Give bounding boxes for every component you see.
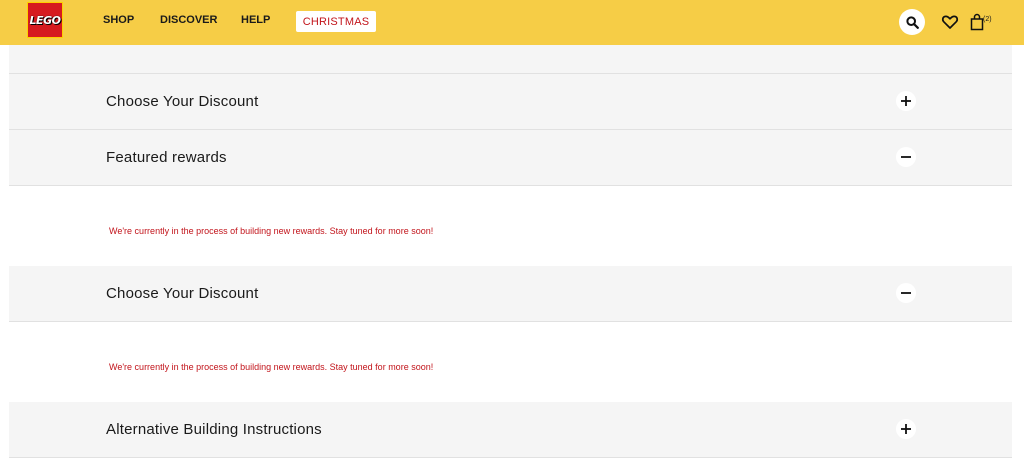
nav-help[interactable]: HELP	[241, 14, 270, 26]
top-navigation-bar: LEGO SHOP DISCOVER HELP CHRISTMAS (2)	[0, 0, 1024, 45]
accordion-header-featured-rewards[interactable]: Featured rewards	[9, 130, 1012, 186]
accordion-title: Choose Your Discount	[106, 93, 259, 110]
minus-icon	[901, 156, 911, 158]
top-accordion-edge	[9, 45, 1012, 74]
accordion-header-choose-your-discount[interactable]: Choose Your Discount	[9, 74, 1012, 130]
search-button[interactable]	[899, 9, 925, 35]
lego-logo[interactable]: LEGO	[27, 2, 63, 38]
accordion-title: Choose Your Discount	[106, 285, 259, 302]
shopping-bag-icon[interactable]	[970, 13, 984, 31]
christmas-button[interactable]: CHRISTMAS	[296, 11, 376, 32]
accordion-header-alternative-building-instructions[interactable]: Alternative Building Instructions	[9, 402, 1012, 458]
rewards-message: We're currently in the process of buildi…	[109, 226, 434, 236]
expand-button[interactable]	[896, 91, 916, 111]
collapse-button[interactable]	[896, 147, 916, 167]
heart-icon[interactable]	[941, 13, 959, 31]
logo-text: LEGO	[29, 13, 61, 27]
accordion-title: Alternative Building Instructions	[106, 421, 322, 438]
plus-icon	[901, 96, 911, 106]
discount-message: We're currently in the process of buildi…	[109, 362, 434, 372]
search-icon	[905, 15, 919, 29]
nav-discover[interactable]: DISCOVER	[160, 14, 217, 26]
accordion-header-choose-your-discount-expanded[interactable]: Choose Your Discount	[9, 266, 1012, 322]
minus-icon	[901, 292, 911, 294]
collapse-button[interactable]	[896, 283, 916, 303]
accordion-panel-featured-rewards: We're currently in the process of buildi…	[9, 186, 1012, 266]
accordion-panel-choose-your-discount: We're currently in the process of buildi…	[9, 322, 1012, 402]
plus-icon	[901, 424, 911, 434]
nav-shop[interactable]: SHOP	[103, 14, 134, 26]
expand-button[interactable]	[896, 419, 916, 439]
accordion-title: Featured rewards	[106, 149, 227, 166]
bag-count-badge: (2)	[983, 16, 992, 23]
